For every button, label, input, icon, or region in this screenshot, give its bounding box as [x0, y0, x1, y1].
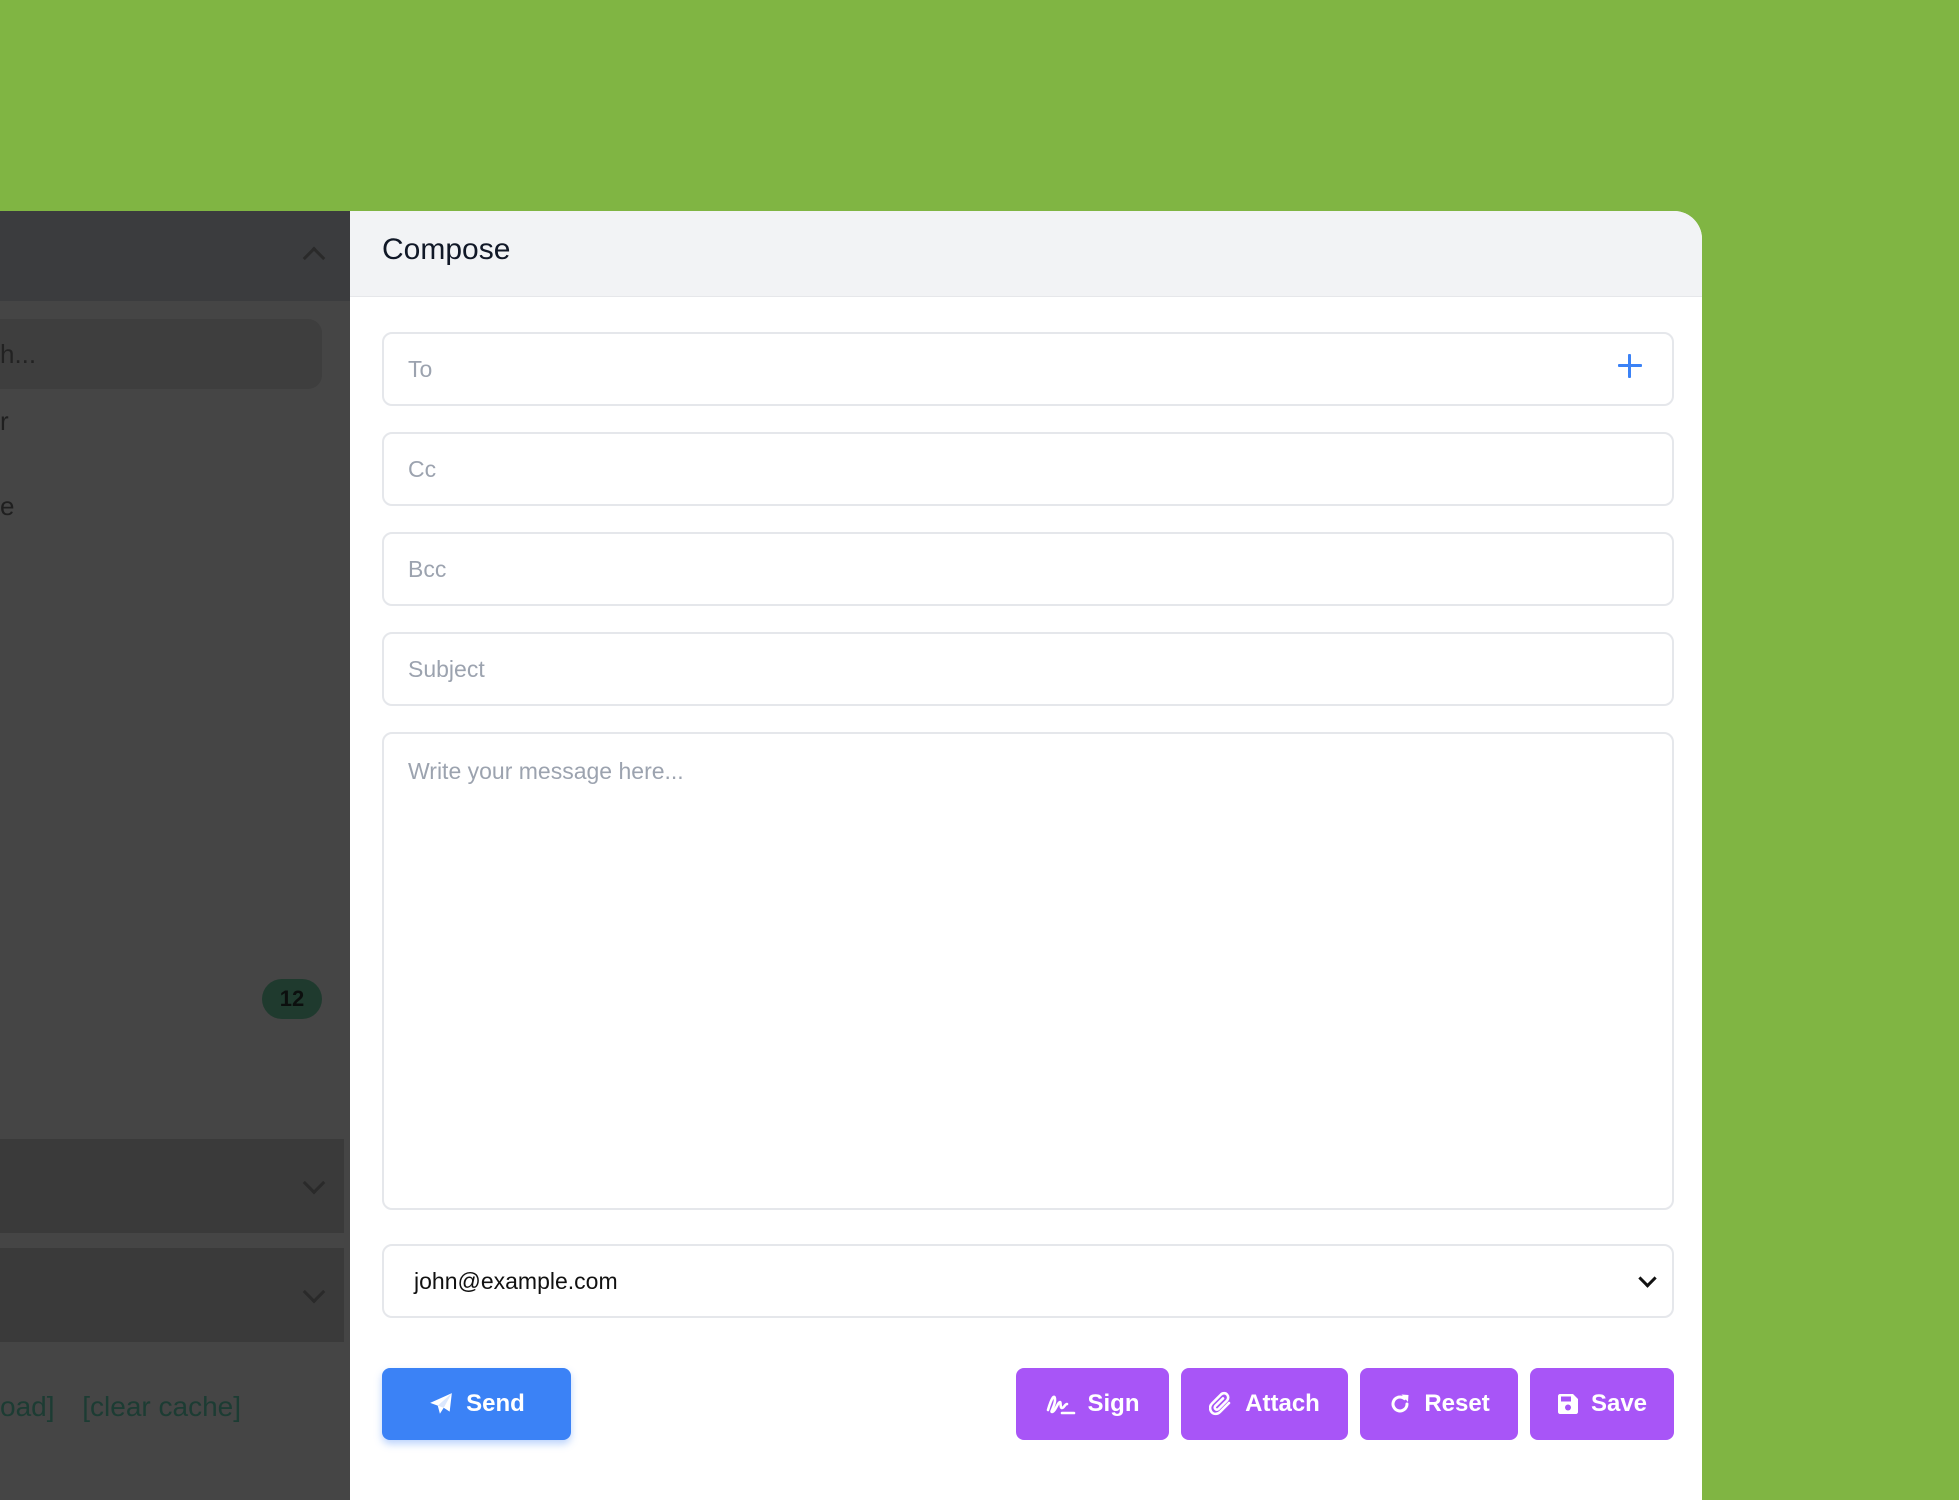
from-select[interactable]: john@example.com [382, 1244, 1674, 1318]
from-select-value: john@example.com [414, 1268, 618, 1294]
unread-count-badge: 12 [262, 979, 322, 1019]
reload-link: oad] [0, 1391, 55, 1422]
message-field [382, 732, 1674, 1210]
paperclip-icon [1209, 1391, 1231, 1416]
attach-button-label: Attach [1245, 1390, 1320, 1417]
to-field [382, 332, 1674, 406]
message-textarea[interactable] [384, 734, 1672, 1208]
subject-field [382, 632, 1674, 706]
chevron-down-icon [1638, 1269, 1657, 1288]
save-button[interactable]: Save [1530, 1368, 1674, 1440]
send-button-label: Send [466, 1390, 525, 1417]
sidebar-search: h... [0, 319, 322, 389]
page-background: h... r e 12 oad] [clear cache] Compose T… [0, 0, 1959, 1500]
redo-icon [1391, 1394, 1409, 1413]
clear-cache-link: [clear cache] [82, 1391, 242, 1422]
compose-title: Compose [382, 233, 511, 266]
sidebar-section [0, 1248, 344, 1342]
sign-button-label: Sign [1087, 1390, 1140, 1417]
bcc-field [382, 532, 1674, 606]
cc-input[interactable] [384, 434, 1672, 504]
chevron-down-icon [302, 1280, 326, 1304]
compose-header: Compose [350, 211, 1702, 297]
sidebar-header [0, 211, 350, 301]
cc-field [382, 432, 1674, 506]
subject-input[interactable] [384, 634, 1672, 704]
sidebar-section [0, 1139, 344, 1233]
attach-button[interactable]: Attach [1181, 1368, 1348, 1440]
sidebar-search-text: h... [0, 339, 37, 369]
chevron-down-icon [302, 1171, 326, 1195]
to-input[interactable] [384, 334, 1672, 404]
sidebar: h... r e 12 oad] [clear cache] [0, 211, 350, 1500]
paper-plane-icon [430, 1393, 452, 1414]
sign-button[interactable]: Sign [1016, 1368, 1169, 1440]
compose-panel: Compose john@example.com [350, 211, 1702, 1500]
chevron-up-icon [302, 246, 326, 270]
signature-icon [1046, 1395, 1075, 1415]
sidebar-footer-links: oad] [clear cache] [0, 1391, 261, 1423]
reset-button[interactable]: Reset [1360, 1368, 1518, 1440]
reset-button-label: Reset [1424, 1390, 1490, 1417]
floppy-disk-icon [1557, 1394, 1578, 1414]
plus-icon[interactable] [1616, 352, 1644, 380]
bcc-input[interactable] [384, 534, 1672, 604]
save-button-label: Save [1590, 1390, 1648, 1417]
sidebar-item-fragment: e [0, 491, 15, 521]
send-button[interactable]: Send [382, 1368, 571, 1440]
sidebar-item-fragment: r [0, 406, 9, 436]
